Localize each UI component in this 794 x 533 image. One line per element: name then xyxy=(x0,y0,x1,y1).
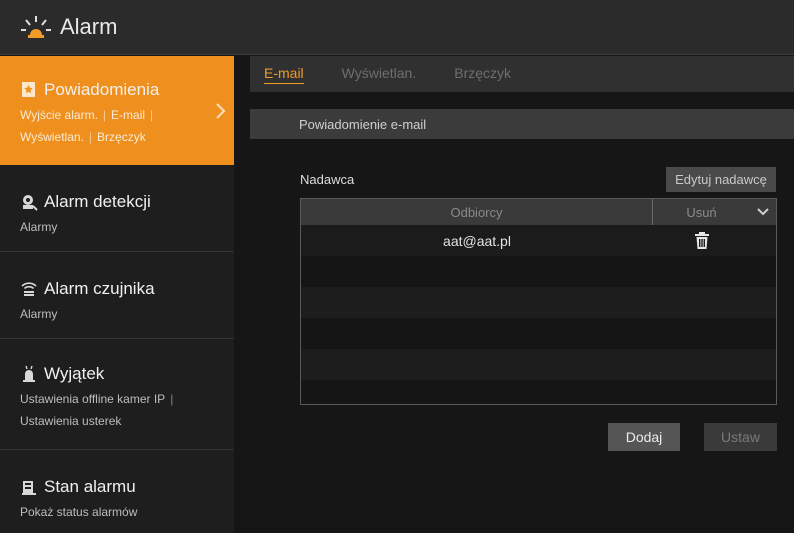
table-header: Odbiorcy Usuń xyxy=(301,199,776,225)
sidebar: Powiadomienia Wyjście alarm. | E-mail | Wyś… xyxy=(0,56,234,533)
motion-detection-icon xyxy=(23,195,38,211)
window-title: Alarm xyxy=(60,14,118,39)
recipients-table: Odbiorcy Usuń aat@aat.pl xyxy=(300,198,777,405)
sidebar-item-alarm-status[interactable]: Stan alarmu Pokaż status alarmów xyxy=(0,451,234,533)
sidebar-item-label: Alarm detekcji xyxy=(44,192,151,211)
sub-link-display[interactable]: Wyświetlan. xyxy=(20,130,84,144)
tab-bar: E-mail Wyświetlan. Brzęczyk xyxy=(250,56,794,92)
set-button[interactable]: Ustaw xyxy=(704,423,777,451)
alarm-settings-window: Alarm Powiadomienia Wyjście alarm. | E-mai… xyxy=(0,0,794,533)
trash-icon[interactable] xyxy=(694,232,709,249)
sub-link-alarm-output[interactable]: Wyjście alarm. xyxy=(20,108,98,122)
tab-buzzer[interactable]: Brzęczyk xyxy=(454,65,511,83)
column-header-recipients: Odbiorcy xyxy=(301,199,653,225)
sender-label: Nadawca xyxy=(300,172,355,187)
table-row-empty xyxy=(301,318,776,349)
section-title: Powiadomienie e-mail xyxy=(299,116,427,132)
add-button[interactable]: Dodaj xyxy=(608,423,680,451)
sidebar-item-label: Alarm czujnika xyxy=(44,279,155,298)
sub-link-fault-settings[interactable]: Ustawienia usterek xyxy=(20,414,121,428)
chevron-right-icon xyxy=(216,103,226,119)
sensor-icon xyxy=(21,282,37,296)
chevron-down-icon xyxy=(757,208,769,216)
recipient-email: aat@aat.pl xyxy=(443,232,511,249)
main-panel: E-mail Wyświetlan. Brzęczyk Powiadomieni… xyxy=(234,56,794,533)
edit-sender-button[interactable]: Edytuj nadawcę xyxy=(666,167,776,192)
dropdown-toggle[interactable] xyxy=(750,199,776,225)
alarm-status-icon xyxy=(22,481,36,495)
table-row-empty xyxy=(301,349,776,380)
table-row-empty xyxy=(301,256,776,287)
sub-link-email[interactable]: E-mail xyxy=(111,108,145,122)
notification-icon xyxy=(22,82,35,97)
sidebar-item-motion-alarm[interactable]: Alarm detekcji Alarmy xyxy=(0,166,234,252)
alarm-siren-icon xyxy=(21,16,51,38)
sub-link-show-alarm-status[interactable]: Pokaż status alarmów xyxy=(20,505,137,519)
sub-link-alarms[interactable]: Alarmy xyxy=(20,307,57,321)
sidebar-item-label: Powiadomienia xyxy=(44,80,160,99)
sidebar-item-label: Wyjątek xyxy=(44,364,105,383)
column-header-delete: Usuń xyxy=(686,204,717,220)
table-row[interactable]: aat@aat.pl xyxy=(301,225,776,256)
tab-display[interactable]: Wyświetlan. xyxy=(342,65,417,83)
sidebar-item-label: Stan alarmu xyxy=(44,477,136,496)
sub-link-buzzer[interactable]: Brzęczyk xyxy=(97,130,146,144)
section-header: Powiadomienie e-mail xyxy=(250,109,794,139)
exception-icon xyxy=(23,365,35,382)
sub-link-alarms[interactable]: Alarmy xyxy=(20,220,57,234)
sidebar-item-exception[interactable]: Wyjątek Ustawienia offline kamer IP | Ust… xyxy=(0,340,234,450)
title-bar: Alarm xyxy=(0,0,794,55)
sidebar-item-notifications[interactable]: Powiadomienia Wyjście alarm. | E-mail | Wyś… xyxy=(0,56,234,165)
sidebar-item-sensor-alarm[interactable]: Alarm czujnika Alarmy xyxy=(0,253,234,339)
tab-email[interactable]: E-mail xyxy=(264,65,304,84)
table-row-empty xyxy=(301,287,776,318)
table-row-empty xyxy=(301,380,776,404)
sub-link-ip-camera-offline[interactable]: Ustawienia offline kamer IP xyxy=(20,392,165,406)
